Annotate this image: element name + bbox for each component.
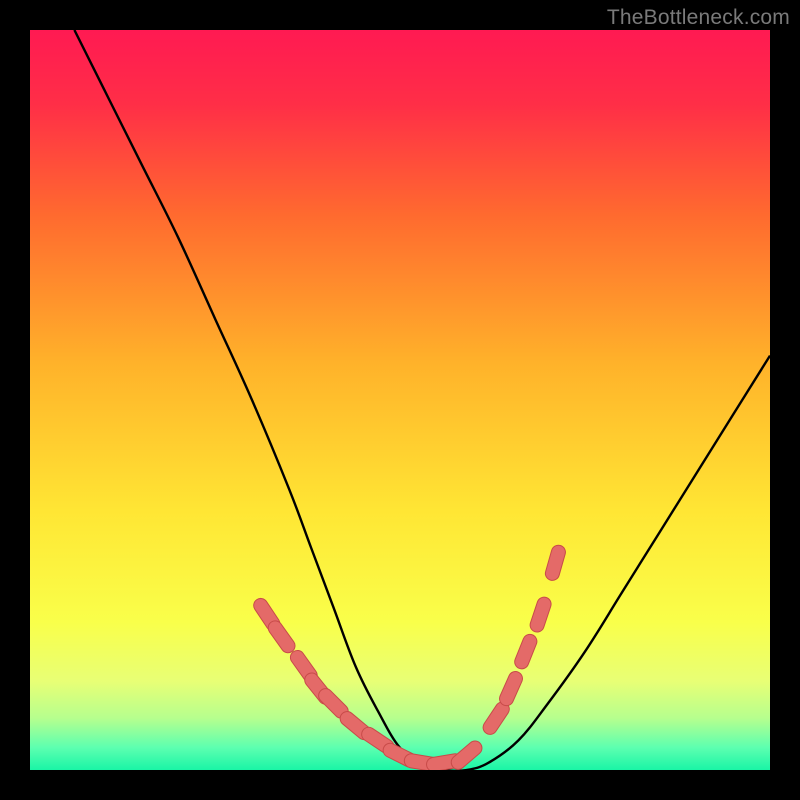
- data-dot: [507, 679, 516, 699]
- gradient-background: [30, 30, 770, 770]
- data-dot: [552, 552, 558, 573]
- data-dot: [537, 604, 544, 625]
- bottleneck-chart: [30, 30, 770, 770]
- watermark-label: TheBottleneck.com: [607, 6, 790, 30]
- data-dot: [522, 641, 530, 661]
- chart-frame: [30, 30, 770, 770]
